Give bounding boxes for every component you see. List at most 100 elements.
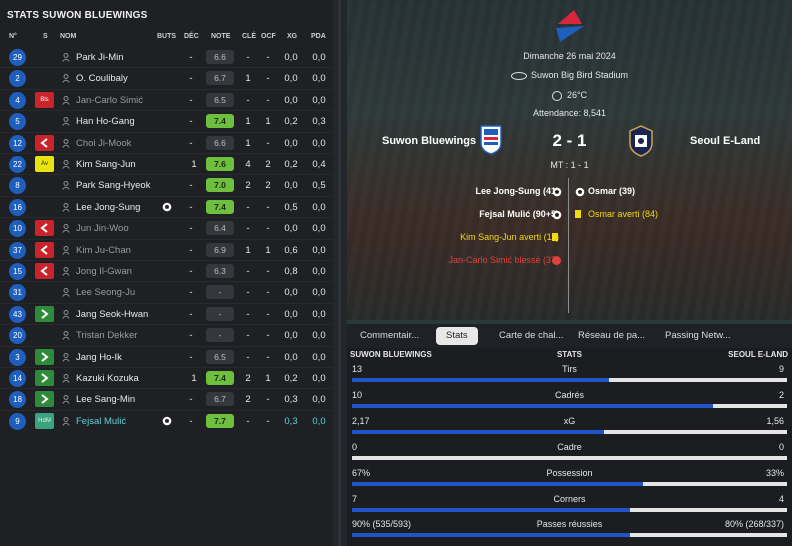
- key-passes-value: -: [246, 330, 250, 342]
- assists-value: -: [189, 266, 193, 277]
- stat-label: Cadre: [557, 441, 582, 452]
- col-nom[interactable]: NOM: [60, 33, 76, 40]
- table-row[interactable]: 15 Jong Il-Gwan - 6.3 - - 0,8 0,0: [0, 261, 333, 282]
- player-name[interactable]: Lee Jong-Sung: [76, 202, 140, 213]
- stat-bar-track: [352, 429, 787, 434]
- xg-value: 0,8: [284, 266, 298, 277]
- col-note[interactable]: NOTE: [211, 33, 230, 40]
- table-row[interactable]: 22 Av Kim Sang-Jun 1 7.6 4 2 0,2 0,4: [0, 154, 333, 175]
- player-name[interactable]: Tristan Dekker: [76, 330, 137, 341]
- player-name[interactable]: Lee Seong-Ju: [76, 287, 135, 298]
- table-row[interactable]: 18 Lee Sang-Min - 6.7 2 - 0,3 0,0: [0, 389, 333, 410]
- goal-ball-icon: [552, 187, 562, 197]
- col-ocf[interactable]: OCF: [261, 33, 276, 40]
- table-row[interactable]: 10 Jun Jin-Woo -6.4- -0,0 0,0: [0, 218, 333, 239]
- player-icon: [62, 267, 70, 276]
- player-name[interactable]: Park Sang-Hyeok: [76, 180, 150, 191]
- pda-value: 0,0: [312, 287, 326, 299]
- tab-4[interactable]: Passing Netw...: [655, 327, 740, 345]
- table-row[interactable]: 43 Jang Seok-Hwan - - - -0,0 0,0: [0, 304, 333, 325]
- rating-badge: 7.0: [206, 178, 234, 193]
- player-number-badge: 3: [9, 348, 26, 366]
- player-icon: [62, 416, 70, 426]
- away-team-crest[interactable]: [628, 125, 654, 157]
- player-name[interactable]: Lee Sang-Min: [76, 394, 135, 405]
- player-name[interactable]: Kim Ju-Chan: [76, 245, 131, 256]
- table-row[interactable]: 12 Choi Ji-Mook - 6.6 1 - 0,0 0,0: [0, 133, 333, 154]
- player-icon: [62, 160, 70, 169]
- player-name[interactable]: Park Ji-Min: [76, 52, 124, 63]
- goals-value: 1: [191, 373, 197, 384]
- player-icon: [62, 53, 70, 62]
- col-xg[interactable]: XG: [287, 33, 297, 40]
- stat-label: xG: [563, 415, 576, 426]
- tab-3[interactable]: Réseau de pa...: [568, 327, 655, 345]
- table-row[interactable]: 4 Bls Jan-Carlo Simić -6.5- -0,0 0,0: [0, 90, 333, 111]
- rating-badge: 7.4: [206, 199, 234, 214]
- player-name[interactable]: Jun Jin-Woo: [76, 223, 129, 234]
- key-passes-value: 2: [245, 180, 251, 192]
- key-passes-value: 2: [245, 394, 251, 406]
- away-team-name[interactable]: Seoul E-Land: [690, 135, 760, 147]
- col-s[interactable]: S: [43, 33, 48, 40]
- stat-bar-track: [352, 378, 787, 382]
- player-name[interactable]: Jang Ho-Ik: [76, 352, 122, 363]
- stat-row: 0 Cadre 0: [347, 440, 792, 466]
- home-event: Jan-Carlo Simić blessé (37): [448, 255, 559, 265]
- chances-created-value: -: [266, 201, 270, 213]
- player-name[interactable]: Han Ho-Gang: [76, 116, 135, 127]
- stadium-line: Suwon Big Bird Stadium: [347, 70, 792, 80]
- player-name[interactable]: Fejsal Mulić: [76, 416, 126, 427]
- tab-1[interactable]: Stats: [436, 327, 478, 345]
- col-cle[interactable]: CLÉ: [242, 33, 256, 40]
- player-name[interactable]: Jan-Carlo Simić: [76, 95, 143, 106]
- tab-0[interactable]: Commentair...: [350, 327, 429, 345]
- stat-bar-track: [352, 403, 787, 408]
- divider-handle[interactable]: [338, 0, 341, 546]
- rating-badge: 6.4: [206, 221, 234, 236]
- xg-value: 0,2: [284, 373, 298, 384]
- table-row[interactable]: 2 O. Coulibaly - 6.7 1 - 0,0 0,0: [0, 68, 333, 89]
- key-passes-value: -: [246, 223, 250, 235]
- table-row[interactable]: 16 Lee Jong-Sung -7.4- -0,5 0,0: [0, 197, 333, 218]
- table-row[interactable]: 31 Lee Seong-Ju - - - -0,0 0,0: [0, 282, 333, 303]
- player-name[interactable]: Choi Ji-Mook: [76, 138, 131, 149]
- col-buts[interactable]: BUTS: [157, 33, 176, 40]
- table-row[interactable]: 20 Tristan Dekker - - - -0,0 0,0: [0, 325, 333, 346]
- table-row[interactable]: 8 Park Sang-Hyeok - 7.0 2 2 0,0 0,5: [0, 175, 333, 196]
- table-row[interactable]: 3 Jang Ho-Ik -6.5- -0,0 0,0: [0, 347, 333, 368]
- pda-value: 0,0: [312, 415, 326, 427]
- home-event: Fejsal Mulić (90+5): [479, 209, 559, 219]
- player-name[interactable]: Jang Seok-Hwan: [76, 309, 148, 320]
- temperature: 26°C: [566, 90, 588, 100]
- tab-2[interactable]: Carte de chal...: [489, 327, 573, 345]
- player-name[interactable]: Kim Sang-Jun: [76, 159, 136, 170]
- pda-value: 0,3: [312, 116, 326, 128]
- table-row[interactable]: 14 Kazuki Kozuka 1 7.4 2 1 0,2 0,0: [0, 368, 333, 389]
- stat-away-value: 80% (268/337): [724, 519, 784, 530]
- xg-value: 0,5: [284, 201, 298, 213]
- table-row[interactable]: 5 Han Ho-Gang - 7.4 1 1 0,2 0,3: [0, 111, 333, 132]
- panel-divider[interactable]: [333, 0, 347, 546]
- player-number-badge: 16: [9, 198, 26, 216]
- player-number-badge: 10: [9, 220, 26, 238]
- xg-value: 0,0: [284, 73, 298, 85]
- assists-value: -: [189, 52, 193, 63]
- player-icon: [62, 138, 70, 148]
- chances-created-value: -: [266, 415, 270, 427]
- col-dec[interactable]: DÉC: [184, 33, 199, 40]
- col-num[interactable]: N°: [9, 33, 17, 40]
- col-pda[interactable]: PDA: [311, 33, 326, 40]
- rating-badge: -: [206, 328, 234, 343]
- stat-row: 67% Possession 33%: [347, 466, 792, 492]
- player-name[interactable]: Kazuki Kozuka: [76, 373, 139, 384]
- player-name[interactable]: O. Coulibaly: [76, 73, 128, 84]
- player-icon: [62, 224, 70, 233]
- table-row[interactable]: 37 Kim Ju-Chan - 6.9 1 1 0,6 0,0: [0, 240, 333, 261]
- player-number-badge: 2: [9, 70, 26, 88]
- rating-badge: 6.7: [206, 71, 234, 86]
- table-row[interactable]: 9 HdM Fejsal Mulić -7.7- -0,3 0,0: [0, 411, 333, 432]
- table-row[interactable]: 29 Park Ji-Min - 6.6 - - 0,0 0,0: [0, 47, 333, 68]
- player-name[interactable]: Jong Il-Gwan: [76, 266, 132, 277]
- rating-badge: 6.5: [206, 349, 234, 364]
